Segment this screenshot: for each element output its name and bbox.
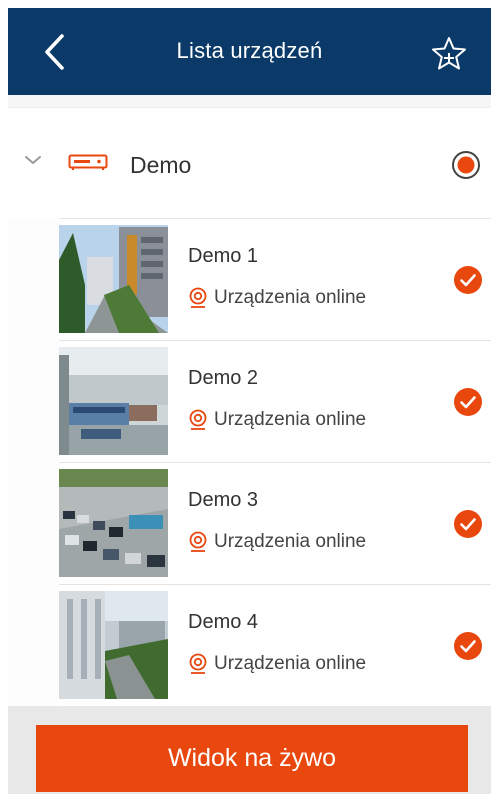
device-name: Demo 1: [188, 245, 259, 267]
device-name: Demo 2: [188, 367, 259, 389]
live-view-button[interactable]: Widok na żywo: [36, 725, 468, 792]
status-label: Urządzenia online: [214, 531, 367, 552]
device-group-row[interactable]: Demo: [8, 108, 491, 218]
checkmark-icon[interactable]: [453, 265, 483, 295]
camera-online-icon: [189, 531, 207, 552]
bottom-action-bar: Widok na żywo: [8, 706, 491, 794]
device-status: Urządzenia online: [188, 531, 366, 553]
status-label: Urządzenia online: [214, 287, 367, 308]
add-favorite-button[interactable]: [427, 32, 471, 76]
camera-thumbnail: [59, 347, 168, 455]
device-name: Demo 4: [188, 611, 259, 633]
page-title: Lista urządzeń: [176, 38, 323, 63]
star-add-icon: [432, 37, 466, 70]
camera-thumbnail: [59, 591, 168, 699]
status-label: Urządzenia online: [214, 409, 367, 430]
camera-online-icon: [189, 409, 207, 430]
section-divider: [8, 95, 491, 108]
camera-thumbnail: [59, 469, 168, 577]
device-status: Urządzenia online: [188, 409, 366, 431]
camera-online-icon: [189, 653, 207, 674]
dvr-recorder-icon: [68, 154, 108, 170]
status-label: Urządzenia online: [214, 653, 367, 674]
device-list: Demo 1 Urządzenia online Demo 2 Urządzen…: [59, 218, 491, 706]
device-status: Urządzenia online: [188, 287, 366, 309]
list-item[interactable]: Demo 2 Urządzenia online: [59, 340, 491, 462]
chevron-down-icon[interactable]: [24, 154, 42, 166]
device-status: Urządzenia online: [188, 653, 366, 675]
list-item[interactable]: Demo 1 Urządzenia online: [59, 218, 491, 340]
checkmark-icon[interactable]: [453, 387, 483, 417]
group-select-radio[interactable]: [451, 150, 481, 180]
checkmark-icon[interactable]: [453, 631, 483, 661]
list-item[interactable]: Demo 3 Urządzenia online: [59, 462, 491, 584]
header-bar: Lista urządzeń: [8, 8, 491, 95]
checkmark-icon[interactable]: [453, 509, 483, 539]
camera-thumbnail: [59, 225, 168, 333]
group-name: Demo: [130, 152, 192, 178]
list-item[interactable]: Demo 4 Urządzenia online: [59, 584, 491, 706]
device-name: Demo 3: [188, 489, 259, 511]
camera-online-icon: [189, 287, 207, 308]
app-screen: Lista urządzeń Demo Demo 1 Urządzenia on…: [8, 8, 491, 794]
